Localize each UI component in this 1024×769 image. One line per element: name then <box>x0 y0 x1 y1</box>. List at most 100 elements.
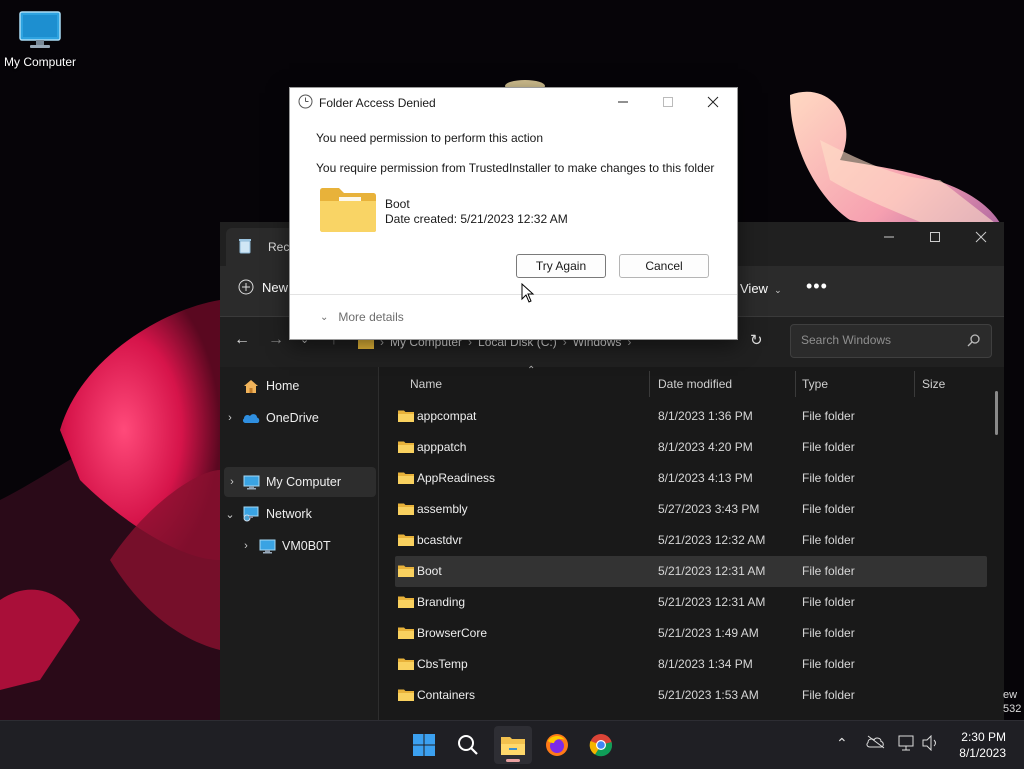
chrome-taskbar-button[interactable] <box>582 726 620 764</box>
folder-icon <box>398 657 414 673</box>
try-again-button[interactable]: Try Again <box>516 254 606 278</box>
file-row[interactable]: CbsTemp 8/1/2023 1:34 PM File folder <box>395 649 987 680</box>
file-name: Containers <box>417 688 476 702</box>
search-button[interactable] <box>449 726 487 764</box>
column-divider[interactable] <box>914 371 915 397</box>
sidebar-item-home[interactable]: Home <box>220 371 378 401</box>
column-header-type[interactable]: Type <box>802 377 828 391</box>
view-label: View <box>740 281 768 296</box>
taskbar-clock[interactable]: 2:30 PM 8/1/2023 <box>959 729 1006 761</box>
taskbar: ⌃ 2:30 PM 8/1/2023 <box>0 720 1024 769</box>
chevron-right-icon[interactable]: › <box>224 476 240 488</box>
back-arrow-icon[interactable]: ← <box>234 331 250 349</box>
column-divider[interactable] <box>795 371 796 397</box>
firefox-icon <box>546 734 568 756</box>
folder-date-created: Date created: 5/21/2023 12:32 AM <box>385 212 568 226</box>
maximize-icon <box>930 232 940 242</box>
file-row[interactable]: apppatch 8/1/2023 4:20 PM File folder <box>395 432 987 463</box>
file-row[interactable]: Boot 5/21/2023 12:31 AM File folder <box>395 556 987 587</box>
search-box[interactable] <box>790 324 992 358</box>
more-details-toggle[interactable]: ⌄ More details <box>320 310 404 324</box>
onedrive-tray-icon[interactable] <box>866 735 886 752</box>
folder-icon <box>398 502 414 518</box>
sidebar-item-label: VM0B0T <box>282 539 331 553</box>
minimize-button[interactable] <box>866 222 912 252</box>
file-explorer-icon <box>501 737 525 755</box>
file-row[interactable]: assembly 5/27/2023 3:43 PM File folder <box>395 494 987 525</box>
sidebar-item-vm0b0t[interactable]: › VM0B0T <box>236 531 394 561</box>
clock-icon <box>298 94 313 112</box>
navigation-pane: Home › OneDrive › My Computer ⌄ Network … <box>220 367 379 720</box>
file-row[interactable]: Branding 5/21/2023 12:31 AM File folder <box>395 587 987 618</box>
sidebar-item-network[interactable]: ⌄ Network <box>220 499 378 529</box>
refresh-icon[interactable]: ↻ <box>750 331 763 349</box>
file-list: ⌃ Name Date modified Type Size appcompat… <box>379 365 1004 720</box>
maximize-button[interactable] <box>912 222 958 252</box>
close-button[interactable] <box>958 222 1004 252</box>
clock-time: 2:30 PM <box>961 730 1006 744</box>
column-header-row: ⌃ Name Date modified Type Size <box>379 365 1004 401</box>
file-name: Branding <box>417 595 466 609</box>
column-header-date[interactable]: Date modified <box>658 377 732 391</box>
home-icon <box>240 379 262 394</box>
folder-icon <box>398 440 414 456</box>
file-type: File folder <box>802 657 855 671</box>
file-name: apppatch <box>417 440 467 454</box>
chevron-right-icon[interactable]: › <box>220 412 240 424</box>
chevron-down-icon: ⌄ <box>320 311 329 323</box>
column-header-size[interactable]: Size <box>922 377 945 391</box>
firefox-taskbar-button[interactable] <box>538 726 576 764</box>
column-divider[interactable] <box>649 371 650 397</box>
chevron-right-icon[interactable]: › <box>236 540 256 552</box>
close-icon <box>975 231 987 243</box>
active-app-indicator <box>506 759 520 762</box>
sidebar-item-label: My Computer <box>266 475 342 489</box>
search-icon <box>458 735 478 755</box>
file-date-modified: 5/21/2023 12:31 AM <box>658 564 766 578</box>
file-date-modified: 5/21/2023 12:31 AM <box>658 595 766 609</box>
view-button[interactable]: View ⌄ <box>740 281 782 296</box>
file-row[interactable]: bcastdvr 5/21/2023 12:32 AM File folder <box>395 525 987 556</box>
volume-icon[interactable] <box>922 734 940 754</box>
file-type: File folder <box>802 595 855 609</box>
file-type: File folder <box>802 409 855 423</box>
network-icon <box>240 506 262 522</box>
file-row[interactable]: BrowserCore 5/21/2023 1:49 AM File folder <box>395 618 987 649</box>
sidebar-item-onedrive[interactable]: › OneDrive <box>220 403 378 433</box>
column-header-name[interactable]: Name <box>410 377 442 391</box>
vertical-scrollbar[interactable] <box>995 391 998 435</box>
sidebar-item-label: Home <box>266 379 300 393</box>
file-date-modified: 5/27/2023 3:43 PM <box>658 502 760 516</box>
computer-icon <box>240 475 262 490</box>
desktop-icon-my-computer[interactable]: My Computer <box>2 10 78 69</box>
file-date-modified: 8/1/2023 4:13 PM <box>658 471 753 485</box>
file-row[interactable]: appcompat 8/1/2023 1:36 PM File folder <box>395 401 987 432</box>
windows-logo-icon <box>413 734 435 756</box>
sort-ascending-icon: ⌃ <box>527 365 536 376</box>
new-button[interactable]: New <box>238 279 288 295</box>
cancel-button[interactable]: Cancel <box>619 254 709 278</box>
file-type: File folder <box>802 440 855 454</box>
search-input[interactable] <box>799 332 963 348</box>
dialog-minimize-button[interactable] <box>600 88 646 116</box>
file-date-modified: 8/1/2023 1:34 PM <box>658 657 753 671</box>
start-button[interactable] <box>405 726 443 764</box>
file-date-modified: 8/1/2023 4:20 PM <box>658 440 753 454</box>
dialog-close-button[interactable] <box>690 88 736 116</box>
file-date-modified: 5/21/2023 1:53 AM <box>658 688 759 702</box>
chevron-down-icon[interactable]: ⌄ <box>220 508 240 521</box>
network-tray-icon[interactable] <box>898 735 916 754</box>
show-hidden-icons-button[interactable]: ⌃ <box>836 735 848 752</box>
clock-date: 8/1/2023 <box>959 746 1006 760</box>
recycle-bin-icon <box>238 238 252 257</box>
file-name: bcastdvr <box>417 533 463 547</box>
sidebar-item-my-computer[interactable]: › My Computer <box>224 467 376 497</box>
folder-icon <box>398 626 414 642</box>
file-explorer-taskbar-button[interactable] <box>494 726 532 764</box>
more-options-button[interactable]: ••• <box>806 276 828 297</box>
file-row[interactable]: Containers 5/21/2023 1:53 AM File folder <box>395 680 987 711</box>
file-row[interactable]: AppReadiness 8/1/2023 4:13 PM File folder <box>395 463 987 494</box>
minimize-icon <box>884 236 894 238</box>
new-label: New <box>262 279 289 295</box>
forward-arrow-icon[interactable]: → <box>268 331 284 349</box>
